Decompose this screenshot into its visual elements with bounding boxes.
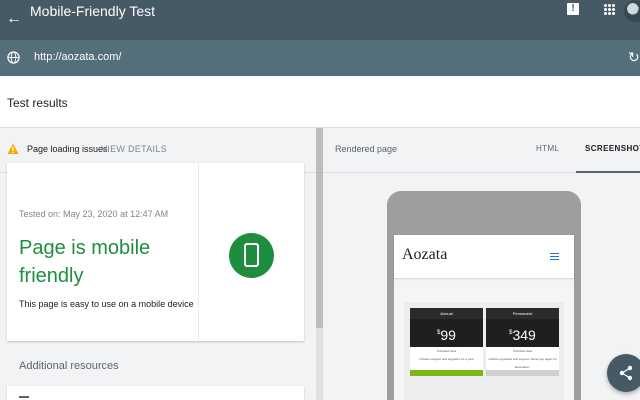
- plan-card: Annual $99 Unlimited sites Includes supp…: [410, 308, 483, 376]
- phone-preview-frame: Aozata Annual $99 Unlimited sites Includ…: [387, 191, 581, 400]
- verdict-title: Page is mobile friendly: [19, 237, 151, 287]
- card-divider: [198, 163, 199, 341]
- right-pane: Rendered page HTML SCREENSHOT Aozata Ann…: [323, 128, 640, 400]
- avatar[interactable]: [624, 0, 640, 22]
- plan-card: Permanent $349 Unlimited sites Lifetime …: [486, 308, 559, 376]
- resource-icon: [19, 396, 29, 398]
- site-header: Aozata: [394, 235, 574, 278]
- result-card: Tested on: May 23, 2020 at 12:47 AM Page…: [7, 163, 304, 341]
- plan-feature: Lifetime upgrades and support. Never pay…: [488, 357, 557, 369]
- results-header: Test results: [0, 76, 640, 128]
- plan-buy-button: [486, 370, 559, 376]
- plan-buy-button: [410, 370, 483, 376]
- resource-card[interactable]: [7, 386, 304, 400]
- feedback-icon[interactable]: !: [567, 3, 579, 15]
- apps-grid-icon[interactable]: [604, 4, 615, 15]
- pricing-table: Annual $99 Unlimited sites Includes supp…: [404, 302, 564, 400]
- share-icon: [619, 365, 633, 381]
- plan-price: $349: [486, 319, 559, 347]
- globe-icon: [7, 51, 20, 64]
- scrollbar-thumb[interactable]: [316, 128, 323, 328]
- share-button[interactable]: [607, 354, 640, 392]
- hamburger-menu-icon: [550, 253, 559, 260]
- refresh-icon[interactable]: ↻: [628, 49, 640, 65]
- issues-label: Page loading issues: [27, 144, 108, 154]
- plan-feature: Unlimited sites: [436, 349, 457, 353]
- url-input[interactable]: http://aozata.com/: [34, 51, 121, 64]
- plan-feature: Unlimited sites: [512, 349, 533, 353]
- rendered-page-header: Rendered page HTML SCREENSHOT: [323, 128, 640, 173]
- additional-resources-heading: Additional resources: [19, 360, 119, 372]
- warning-icon: [7, 143, 19, 154]
- tab-screenshot[interactable]: SCREENSHOT: [585, 144, 640, 153]
- plan-feature: Includes support and upgrades for a year: [419, 357, 474, 361]
- phone-preview-screen: Aozata Annual $99 Unlimited sites Includ…: [394, 235, 574, 400]
- page-title: Test results: [7, 96, 68, 110]
- tab-selected-indicator: [576, 171, 640, 173]
- site-brand: Aozata: [402, 246, 448, 263]
- tab-html[interactable]: HTML: [536, 144, 559, 153]
- app-title: Mobile-Friendly Test: [30, 3, 156, 19]
- view-details-link[interactable]: VIEW DETAILS: [101, 144, 167, 154]
- top-app-bar: ← Mobile-Friendly Test !: [0, 0, 640, 40]
- plan-price: $99: [410, 319, 483, 347]
- rendered-page-label: Rendered page: [335, 144, 398, 154]
- tested-on-timestamp: Tested on: May 23, 2020 at 12:47 AM: [19, 209, 169, 219]
- arrow-back-icon[interactable]: ←: [6, 10, 22, 28]
- plan-name: Annual: [410, 308, 483, 319]
- verdict-description: This page is easy to use on a mobile dev…: [19, 299, 194, 309]
- url-bar: http://aozata.com/ ↻: [0, 40, 640, 76]
- plan-name: Permanent: [486, 308, 559, 319]
- smartphone-icon: [229, 233, 274, 278]
- left-pane: Page loading issues VIEW DETAILS Tested …: [0, 128, 323, 400]
